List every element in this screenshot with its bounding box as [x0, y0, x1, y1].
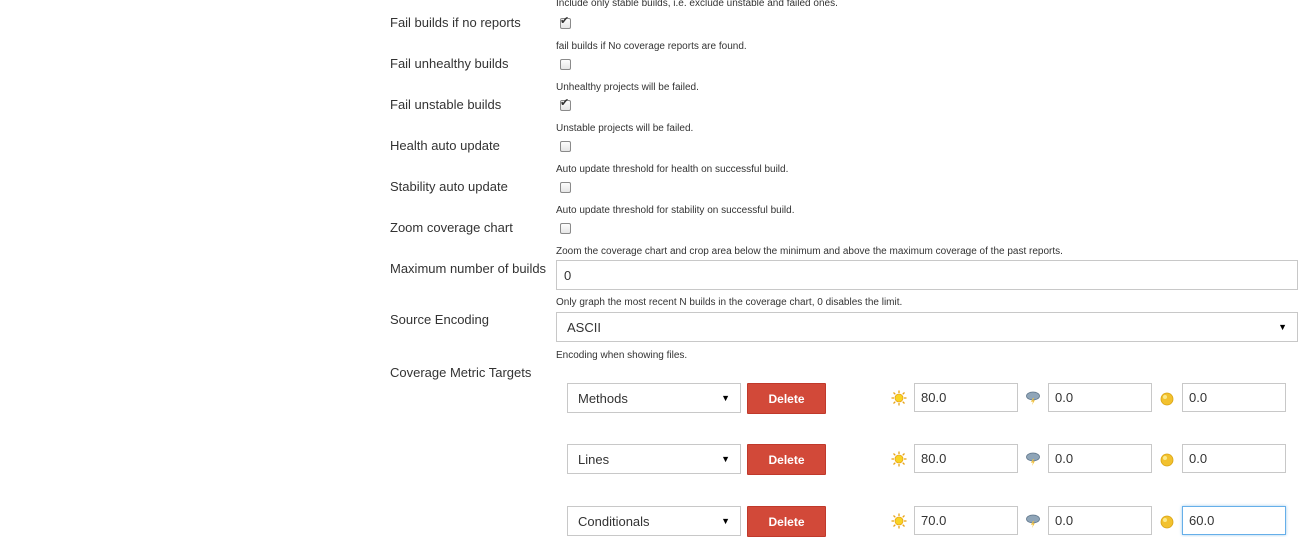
storm-cloud-icon: [1026, 514, 1040, 528]
yellow-ball-icon: [1160, 392, 1174, 406]
dropdown-arrow-icon: ▼: [721, 516, 730, 526]
unstable-threshold-input[interactable]: 0.0: [1182, 383, 1286, 412]
zoom-coverage-chart-label: Zoom coverage chart: [390, 220, 513, 235]
fail-unhealthy-help: Unhealthy projects will be failed.: [556, 82, 699, 93]
max-builds-value: 0: [564, 267, 572, 283]
dropdown-arrow-icon: ▼: [1278, 322, 1287, 332]
dropdown-arrow-icon: ▼: [721, 454, 730, 464]
unstable-threshold-input[interactable]: 60.0: [1182, 506, 1286, 535]
fail-unhealthy-checkbox[interactable]: [560, 59, 571, 70]
healthy-value: 80.0: [921, 451, 947, 466]
checkmark-icon: ✔: [560, 15, 570, 27]
unstable-value: 0.0: [1189, 390, 1208, 405]
fail-no-reports-help: fail builds if No coverage reports are f…: [556, 41, 747, 52]
health-auto-update-label: Health auto update: [390, 138, 500, 153]
stability-auto-update-label: Stability auto update: [390, 179, 508, 194]
delete-button[interactable]: Delete: [747, 444, 826, 475]
delete-button[interactable]: Delete: [747, 506, 826, 537]
healthy-value: 80.0: [921, 390, 947, 405]
healthy-value: 70.0: [921, 513, 947, 528]
unhealthy-threshold-input[interactable]: 0.0: [1048, 444, 1152, 473]
unhealthy-threshold-input[interactable]: 0.0: [1048, 383, 1152, 412]
stability-auto-update-checkbox[interactable]: [560, 182, 571, 193]
unhealthy-value: 0.0: [1055, 390, 1074, 405]
delete-button[interactable]: Delete: [747, 383, 826, 414]
sun-icon: [891, 390, 907, 406]
unstable-threshold-input[interactable]: 0.0: [1182, 444, 1286, 473]
source-encoding-value: ASCII: [567, 319, 601, 335]
health-auto-update-checkbox[interactable]: [560, 141, 571, 152]
unhealthy-value: 0.0: [1055, 451, 1074, 466]
source-encoding-label: Source Encoding: [390, 312, 490, 327]
dropdown-arrow-icon: ▼: [721, 393, 730, 403]
healthy-threshold-input[interactable]: 80.0: [914, 383, 1018, 412]
metric-select[interactable]: Lines ▼: [567, 444, 741, 474]
healthy-threshold-input[interactable]: 80.0: [914, 444, 1018, 473]
storm-cloud-icon: [1026, 452, 1040, 466]
max-builds-help: Only graph the most recent N builds in t…: [556, 297, 903, 308]
coverage-targets-label: Coverage Metric Targets: [390, 365, 532, 380]
unstable-value: 60.0: [1189, 513, 1215, 528]
metric-select[interactable]: Methods ▼: [567, 383, 741, 413]
metric-value: Conditionals: [578, 513, 650, 529]
max-builds-label: Maximum number of builds: [390, 261, 547, 276]
max-builds-input[interactable]: 0: [556, 260, 1298, 290]
fail-unstable-help: Unstable projects will be failed.: [556, 123, 694, 134]
unhealthy-threshold-input[interactable]: 0.0: [1048, 506, 1152, 535]
sun-icon: [891, 451, 907, 467]
zoom-coverage-chart-checkbox[interactable]: [560, 223, 571, 234]
source-encoding-help: Encoding when showing files.: [556, 350, 688, 361]
stable-only-help: Include only stable builds, i.e. exclude…: [556, 0, 838, 9]
checkmark-icon: ✔: [560, 97, 570, 109]
fail-unstable-checkbox[interactable]: ✔: [560, 97, 571, 111]
unstable-value: 0.0: [1189, 451, 1208, 466]
yellow-ball-icon: [1160, 515, 1174, 529]
healthy-threshold-input[interactable]: 70.0: [914, 506, 1018, 535]
fail-unhealthy-label: Fail unhealthy builds: [390, 56, 509, 71]
sun-icon: [891, 513, 907, 529]
zoom-coverage-chart-help: Zoom the coverage chart and crop area be…: [556, 246, 1063, 257]
stability-auto-update-help: Auto update threshold for stability on s…: [556, 205, 795, 216]
fail-no-reports-checkbox[interactable]: ✔: [560, 15, 571, 29]
metric-value: Lines: [578, 451, 610, 467]
storm-cloud-icon: [1026, 391, 1040, 405]
fail-no-reports-label: Fail builds if no reports: [390, 15, 521, 30]
unhealthy-value: 0.0: [1055, 513, 1074, 528]
health-auto-update-help: Auto update threshold for health on succ…: [556, 164, 789, 175]
yellow-ball-icon: [1160, 453, 1174, 467]
fail-unstable-label: Fail unstable builds: [390, 97, 502, 112]
metric-select[interactable]: Conditionals ▼: [567, 506, 741, 536]
metric-value: Methods: [578, 390, 628, 406]
source-encoding-select[interactable]: ASCII ▼: [556, 312, 1298, 342]
